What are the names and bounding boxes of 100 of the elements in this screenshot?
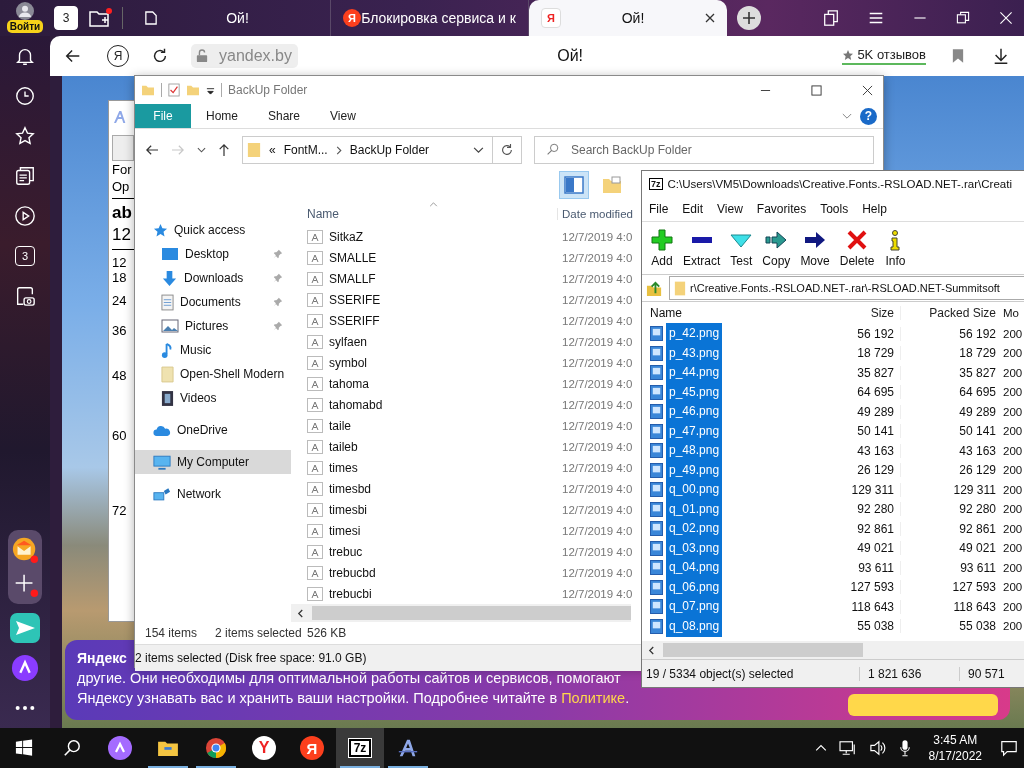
file-name[interactable]: tahoma <box>329 376 370 391</box>
ribbon-tab[interactable]: Share <box>253 104 316 128</box>
preview-pane-button[interactable] <box>559 171 589 199</box>
menu-item[interactable]: View <box>717 202 743 216</box>
toolbar-button[interactable] <box>112 135 134 161</box>
taskbar-button[interactable]: Y <box>240 728 288 768</box>
taskbar-button[interactable]: Я <box>288 728 336 768</box>
add-folder-icon[interactable] <box>88 8 112 28</box>
ribbon-tab[interactable]: Home <box>191 104 253 128</box>
scroll-left-icon[interactable] <box>648 645 655 655</box>
file-name[interactable]: symbol <box>329 355 367 370</box>
close-icon[interactable] <box>705 13 715 23</box>
login-button[interactable]: Войти <box>6 20 44 33</box>
navigation-item[interactable]: OneDrive <box>135 418 291 442</box>
file-name[interactable]: q_00.png <box>666 479 723 501</box>
column-header[interactable]: Name <box>291 207 557 221</box>
toolbar-button[interactable]: Info <box>879 228 912 268</box>
menu-item[interactable]: Tools <box>820 202 849 216</box>
chevron-down-icon[interactable] <box>197 147 206 153</box>
file-name[interactable]: taile <box>329 418 351 433</box>
close-icon[interactable] <box>862 84 873 96</box>
new-tab-icon[interactable] <box>737 6 761 30</box>
search-field[interactable]: Search BackUp Folder <box>534 136 874 164</box>
avatar-icon[interactable] <box>16 2 34 20</box>
maximize-icon[interactable] <box>811 84 822 96</box>
reviews-link[interactable]: 5K отзывов <box>857 47 926 62</box>
toolbar-button[interactable]: Delete <box>834 228 880 268</box>
file-name[interactable]: trebucbd <box>329 565 376 580</box>
ribbon-tab[interactable]: View <box>315 104 371 128</box>
horizontal-scrollbar[interactable] <box>642 641 1024 659</box>
navigation-item[interactable]: Desktop <box>135 242 291 266</box>
clock[interactable]: 3:45 AM 8/17/2022 <box>928 732 982 764</box>
taskbar-button[interactable]: 7z <box>336 728 384 768</box>
notifications-icon[interactable] <box>1000 739 1018 757</box>
navigation-item[interactable]: Videos <box>135 386 291 410</box>
column-header[interactable]: Name <box>642 306 802 320</box>
file-name[interactable]: q_07.png <box>666 596 723 618</box>
column-header[interactable]: Size <box>802 306 900 320</box>
file-name[interactable]: times <box>329 460 358 475</box>
notes-icon[interactable] <box>14 165 36 187</box>
file-name[interactable]: p_44.png <box>666 362 723 384</box>
breadcrumb-overflow[interactable]: « <box>269 143 276 157</box>
browser-tab[interactable]: Я Ой! <box>529 0 727 36</box>
lock-icon[interactable] <box>196 49 208 63</box>
dropdown-icon[interactable] <box>206 85 215 95</box>
menu-item[interactable]: Favorites <box>756 202 807 216</box>
help-button[interactable]: ? <box>860 107 877 125</box>
file-name[interactable]: SSERIFF <box>329 313 380 328</box>
file-name[interactable]: q_08.png <box>666 615 723 637</box>
file-name[interactable]: trebuc <box>329 544 363 559</box>
chevron-up-icon[interactable] <box>814 744 827 752</box>
volume-icon[interactable] <box>868 740 887 756</box>
horizontal-scrollbar[interactable] <box>291 604 631 622</box>
file-name[interactable]: timesbd <box>329 481 372 496</box>
navigation-item[interactable]: Open-Shell Modern <box>135 362 291 386</box>
breadcrumb-item[interactable]: FontM... <box>283 143 328 157</box>
toolbar-button[interactable]: Add <box>646 228 678 268</box>
file-name[interactable]: trebucbi <box>329 586 372 601</box>
toolbar-button[interactable]: Test <box>725 228 758 268</box>
download-icon[interactable] <box>992 47 1010 65</box>
navigation-item[interactable]: Pictures <box>135 314 291 338</box>
properties-icon[interactable] <box>168 83 180 97</box>
policy-link[interactable]: Политике <box>561 690 626 706</box>
file-name[interactable]: tahomabd <box>329 397 383 412</box>
up-arrow-icon[interactable] <box>218 143 230 157</box>
collections-icon[interactable] <box>822 9 840 27</box>
file-name[interactable]: taileb <box>329 439 358 454</box>
address-field[interactable]: « FontM... BackUp Folder <box>242 136 522 164</box>
menu-item[interactable]: File <box>649 202 669 216</box>
play-icon[interactable] <box>14 205 36 227</box>
navigation-item[interactable]: Music <box>135 338 291 362</box>
more-icon[interactable] <box>14 704 36 712</box>
voice-assistant-icon[interactable] <box>11 654 39 682</box>
microphone-icon[interactable] <box>898 739 911 757</box>
screenshot-icon[interactable] <box>14 285 36 307</box>
navigation-item[interactable]: Downloads <box>135 266 291 290</box>
file-name[interactable]: q_04.png <box>666 557 723 579</box>
menu-item[interactable]: Help <box>862 202 887 216</box>
bookmark-icon[interactable] <box>952 48 964 64</box>
breadcrumb-item[interactable]: BackUp Folder <box>349 143 430 157</box>
file-name[interactable]: timesi <box>329 523 361 538</box>
star-icon[interactable] <box>14 125 36 147</box>
toolbar-button[interactable]: Copy <box>757 228 796 268</box>
column-header[interactable]: Date modified <box>557 208 633 220</box>
refresh-icon[interactable] <box>500 143 514 157</box>
navigation-item[interactable]: Network <box>135 482 291 506</box>
folder-up-icon[interactable] <box>646 279 663 297</box>
tab-counter-button[interactable]: 3 <box>54 6 78 30</box>
file-name[interactable]: p_46.png <box>666 401 723 423</box>
column-header[interactable]: Packed Size <box>900 306 1000 320</box>
counter-button[interactable]: 3 <box>15 246 35 266</box>
chevron-down-icon[interactable] <box>473 146 484 154</box>
path-field[interactable]: r\Creative.Fonts.-RSLOAD.NET-.rar\-RSLOAD.NET-Summitsoft <box>669 276 1024 300</box>
file-name[interactable]: SitkaZ <box>329 229 363 244</box>
toolbar-button[interactable]: Extract <box>678 228 726 268</box>
back-arrow-icon[interactable] <box>64 47 82 65</box>
navigation-item[interactable]: Documents <box>135 290 291 314</box>
navigation-item[interactable]: Quick access <box>135 218 291 242</box>
back-arrow-icon[interactable] <box>145 144 159 156</box>
file-name[interactable]: SSERIFE <box>329 292 381 307</box>
